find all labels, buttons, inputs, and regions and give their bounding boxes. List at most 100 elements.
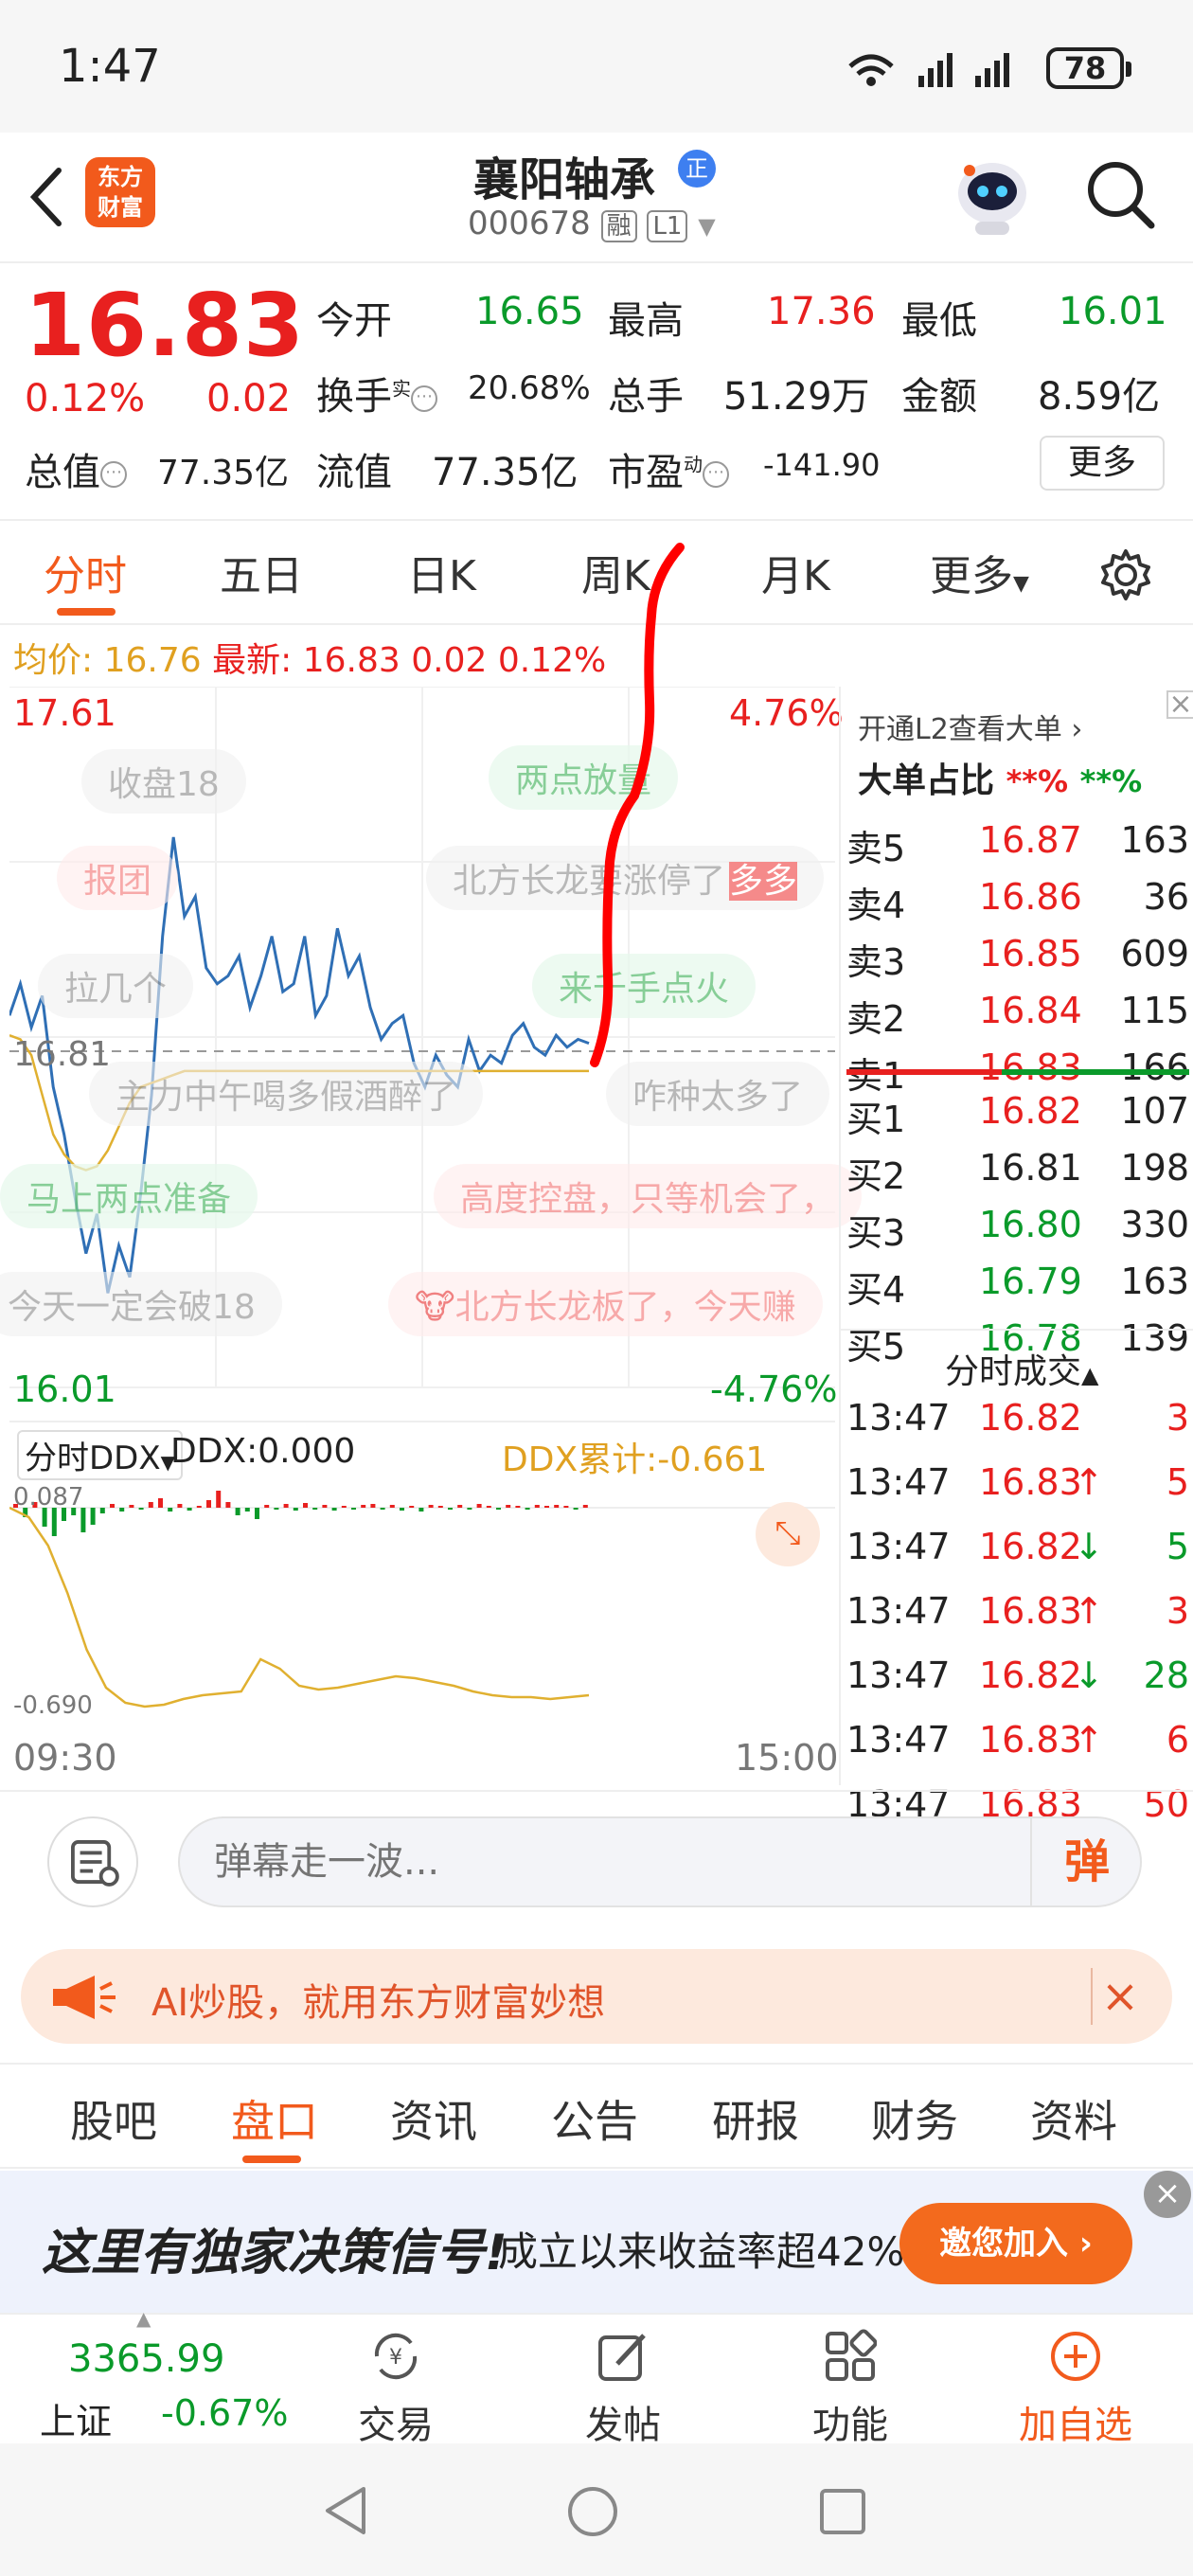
float-label: 流值: [316, 451, 392, 494]
pct-bottom-label: -4.76%: [710, 1368, 838, 1410]
info-dots-icon[interactable]: ⋯: [703, 461, 729, 488]
megaphone-icon: [53, 1976, 116, 2019]
prev-close-label: 16.81: [13, 1035, 112, 1074]
ddx-bar: [331, 1508, 337, 1511]
tab-research[interactable]: 研报: [712, 2087, 799, 2150]
amount-label: 金额: [901, 375, 977, 419]
info-dots-icon[interactable]: ⋯: [411, 385, 437, 412]
home-circle-icon[interactable]: [566, 2485, 619, 2538]
nav-add-watchlist[interactable]: 加自选: [1000, 2315, 1151, 2447]
open-value: 16.65: [475, 290, 584, 333]
ddx-bar: [216, 1491, 222, 1508]
ddx-bar: [448, 1508, 453, 1510]
close-icon[interactable]: ×: [1166, 690, 1193, 719]
tab-financials[interactable]: 财务: [871, 2087, 958, 2150]
grid-icon: [826, 2329, 877, 2381]
app-logo: 东方 财富: [85, 157, 155, 227]
ddx-chart-svg: [9, 1491, 835, 1708]
bottom-nav: ▲ 3365.99 上证 -0.67% ¥ 交易 发帖 功能 加自选: [0, 2307, 1193, 2447]
danmu-bubble: 主力中午喝多假酒醉了: [89, 1062, 484, 1126]
nav-post[interactable]: 发帖: [547, 2315, 699, 2447]
tick-row: 13:47 16.82 ↓ 5: [846, 1526, 1189, 1567]
index-name: 上证: [40, 2401, 113, 2442]
nav-functions[interactable]: 功能: [775, 2315, 926, 2447]
ddx-cumulative: DDX累计:-0.661: [502, 1440, 768, 1479]
ad-join-button[interactable]: 邀您加入 ›: [899, 2203, 1132, 2284]
ddx-bar: [177, 1504, 183, 1508]
ddx-bar: [110, 1504, 115, 1508]
back-triangle-icon[interactable]: [322, 2485, 369, 2536]
tick-row: 13:47 16.83 ↑ 5: [846, 1461, 1189, 1503]
ddx-bar: [544, 1506, 549, 1508]
nav-trade[interactable]: ¥ 交易: [320, 2315, 472, 2447]
intraday-chart[interactable]: 17.61 4.76% 16.01 -4.76% 16.81 收盘18 两点放量…: [0, 687, 863, 1416]
tick-row: 13:47 16.82 3: [846, 1397, 1189, 1439]
ad-banner[interactable]: 这里有独家决策信号! 成立以来收益率超42% 邀您加入 › ×: [0, 2171, 1193, 2313]
pe-label: 市盈动 ⋯: [608, 441, 729, 496]
ddx-bar: [534, 1505, 540, 1508]
danmu-bubble: 拉几个: [38, 954, 194, 1018]
high-value: 17.36: [767, 290, 876, 333]
system-nav: [0, 2443, 1193, 2576]
ddx-bar: [496, 1508, 501, 1510]
ddx-bar: [428, 1505, 434, 1508]
info-dots-icon[interactable]: ⋯: [100, 461, 127, 488]
tab-intraday[interactable]: 分时: [44, 542, 127, 602]
settings-gear-icon[interactable]: [1098, 547, 1153, 602]
tab-five-day[interactable]: 五日: [220, 542, 303, 602]
expand-icon[interactable]: ⤡: [756, 1502, 820, 1566]
ddx-bar: [99, 1508, 105, 1513]
l2-banner[interactable]: 开通L2查看大单 ›: [858, 706, 1082, 747]
stock-name[interactable]: 襄阳轴承: [473, 142, 655, 208]
ddx-bar: [187, 1508, 192, 1511]
level-tag: L1: [647, 210, 688, 242]
back-arrow-icon[interactable]: [21, 159, 78, 235]
stock-code[interactable]: 000678 融 L1 ▼: [468, 205, 716, 242]
close-icon[interactable]: ×: [1144, 2171, 1191, 2218]
danmu-bubble: 咋种太多了: [606, 1062, 830, 1126]
ddx-bar: [90, 1508, 96, 1525]
recents-square-icon[interactable]: [818, 2487, 867, 2536]
index-ticker[interactable]: ▲ 3365.99 上证 -0.67%: [0, 2307, 312, 2445]
ddx-selector[interactable]: 分时DDX▼: [17, 1430, 184, 1480]
tab-daily-k[interactable]: 日K: [407, 542, 476, 602]
search-icon[interactable]: [1079, 153, 1161, 235]
danmu-input[interactable]: [178, 1816, 1142, 1907]
ddx-bar: [293, 1508, 298, 1511]
current-price: 16.83: [25, 275, 306, 376]
ddx-bar: [418, 1508, 424, 1512]
danmu-send-button[interactable]: 弹: [1030, 1816, 1142, 1907]
big-order-ratio: 大单占比 **% **%: [858, 761, 1143, 800]
ratio-bar-red: [846, 1069, 1002, 1075]
ddx-value: DDX:0.000: [170, 1432, 356, 1471]
ai-robot-icon[interactable]: [947, 150, 1038, 241]
open-label: 今开: [316, 299, 392, 343]
ticks-title[interactable]: 分时成交▲: [945, 1344, 1098, 1393]
ddx-bar: [235, 1508, 240, 1515]
ad-title: 这里有独家决策信号!: [42, 2225, 507, 2281]
ddx-bar: [129, 1505, 134, 1508]
tab-announcements[interactable]: 公告: [551, 2087, 638, 2150]
low-value: 16.01: [1059, 290, 1167, 333]
caret-up-icon: ▲: [136, 2307, 151, 2330]
tab-more[interactable]: 更多▼: [930, 542, 1029, 602]
ai-banner[interactable]: AI炒股，就用东方财富妙想 ×: [21, 1949, 1172, 2044]
ddx-bar: [476, 1504, 482, 1508]
ddx-bar: [573, 1508, 579, 1510]
tab-guba[interactable]: 股吧: [70, 2087, 157, 2150]
ddx-bar: [554, 1505, 560, 1508]
mktcap-label: 总值 ⋯: [25, 441, 127, 496]
ddx-panel: 分时DDX▼ DDX:0.000 DDX累计:-0.661 0.087 -0.6…: [9, 1421, 839, 1780]
danmu-list-icon[interactable]: [47, 1816, 138, 1907]
amount-value: 8.59亿: [1038, 375, 1161, 419]
avg-info-line: 均价: 16.76 最新: 16.83 0.02 0.12%: [13, 641, 607, 680]
order-row: 买4 16.79 163: [846, 1261, 1189, 1311]
tab-news[interactable]: 资讯: [390, 2087, 477, 2150]
tab-pankou[interactable]: 盘口: [231, 2087, 318, 2150]
more-button[interactable]: 更多: [1040, 436, 1165, 491]
close-icon[interactable]: ×: [1091, 1968, 1148, 2025]
turnover-value: 20.68%: [468, 369, 591, 407]
tab-monthly-k[interactable]: 月K: [761, 542, 830, 602]
ddx-bar: [119, 1508, 125, 1512]
tab-profile[interactable]: 资料: [1030, 2087, 1117, 2150]
